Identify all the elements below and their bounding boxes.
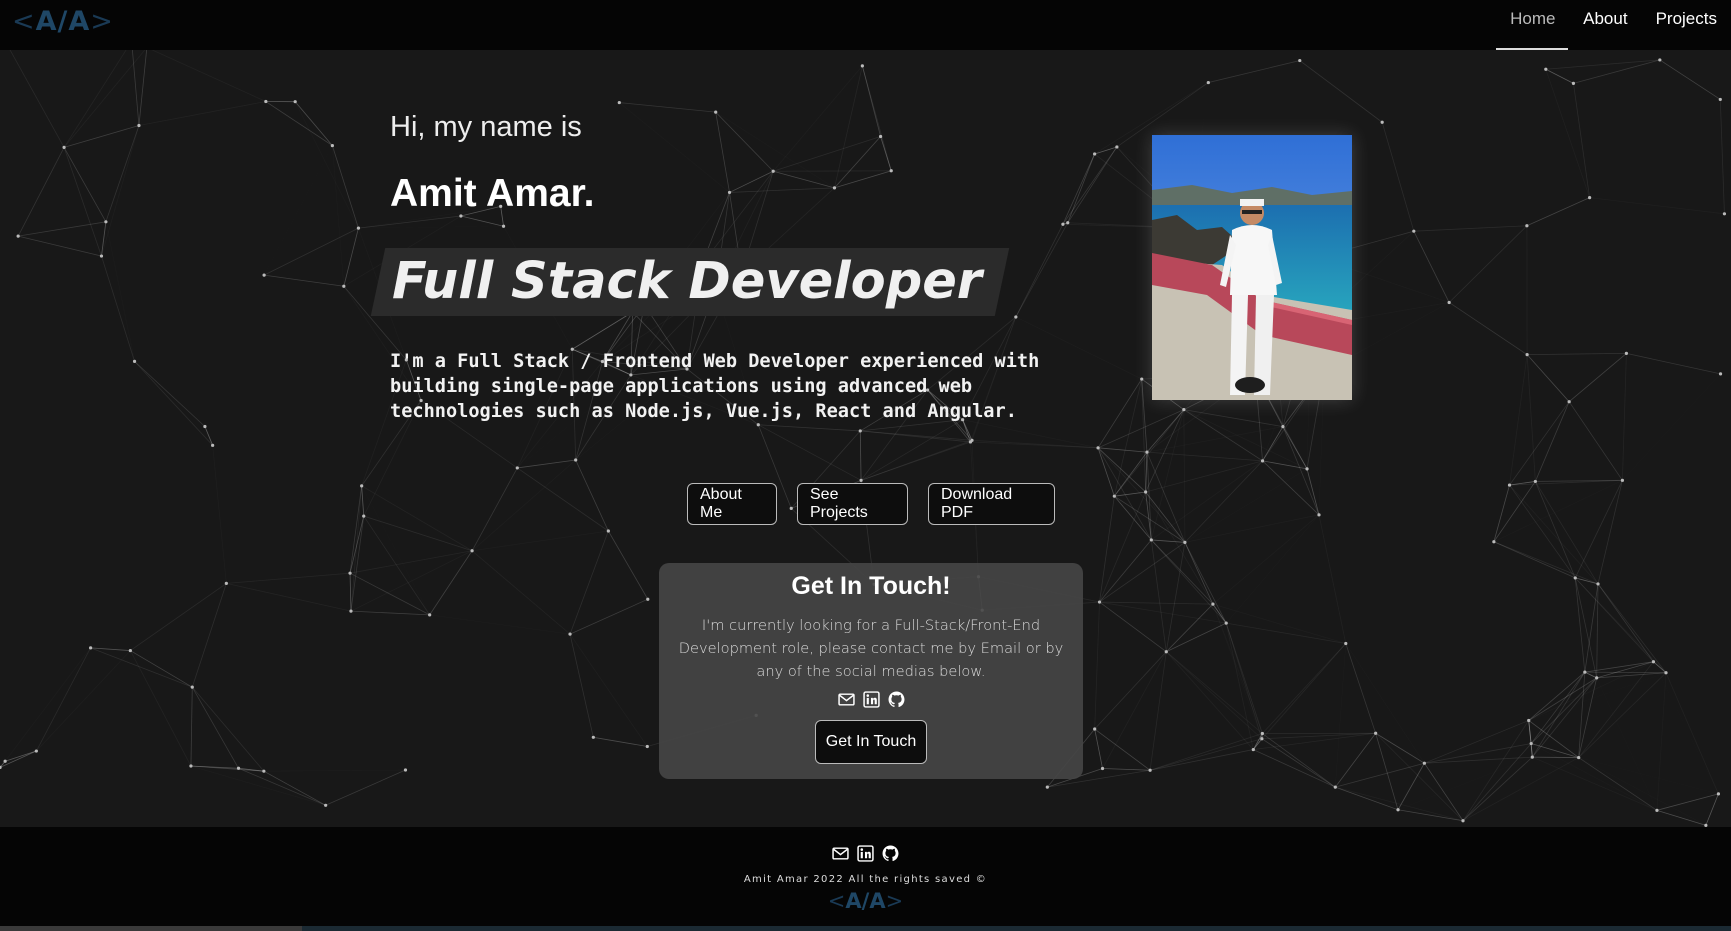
footer-copyright: Amit Amar 2022 All the rights saved ©: [743, 874, 988, 885]
profile-photo-illustration: [1152, 135, 1352, 400]
nav-link-projects[interactable]: Projects: [1642, 0, 1731, 50]
github-icon[interactable]: [882, 845, 899, 862]
envelope-icon[interactable]: [837, 691, 855, 708]
linkedin-icon[interactable]: [862, 691, 880, 708]
download-pdf-button[interactable]: Download PDF: [928, 483, 1055, 525]
hero-role: Full Stack Developer: [392, 252, 982, 311]
footer: Amit Amar 2022 All the rights saved © <A…: [0, 827, 1731, 926]
particle-network-background: [0, 39, 1727, 827]
logo[interactable]: <A/A>: [12, 6, 114, 37]
greeting: Hi, my name is: [390, 111, 582, 143]
nav-link-about[interactable]: About: [1569, 0, 1641, 50]
linkedin-icon[interactable]: [857, 845, 874, 862]
footer-logo-bracket-open: <: [827, 889, 846, 913]
contact-social-row: [659, 691, 1083, 708]
profile-photo: [1152, 135, 1352, 400]
taskbar-strip: [0, 926, 1731, 931]
footer-social-row: [0, 845, 1731, 862]
see-projects-button[interactable]: See Projects: [797, 483, 908, 525]
get-in-touch-button[interactable]: Get In Touch: [815, 720, 927, 764]
footer-logo[interactable]: <A/A>: [0, 889, 1731, 913]
hero-bio: I'm a Full Stack / Frontend Web Develope…: [390, 351, 1040, 422]
contact-text: I'm currently looking for a Full-Stack/F…: [678, 617, 1064, 680]
logo-bracket-open: <: [12, 6, 36, 37]
about-me-button[interactable]: About Me: [687, 483, 777, 525]
logo-text: A/A: [35, 6, 91, 37]
footer-logo-bracket-close: >: [885, 889, 904, 913]
nav-link-home[interactable]: Home: [1496, 0, 1569, 50]
logo-bracket-close: >: [90, 6, 114, 37]
taskbar-segment: [0, 926, 302, 931]
nav-links: Home About Projects: [1496, 0, 1731, 50]
footer-logo-text: A/A: [845, 889, 886, 913]
hero-buttons: About Me See Projects Download PDF: [687, 483, 1055, 525]
github-icon[interactable]: [888, 691, 905, 708]
page: <A/A> Home About Projects Hi, my name is…: [0, 0, 1731, 931]
hero-name: Amit Amar.: [390, 172, 595, 215]
envelope-icon[interactable]: [832, 845, 849, 862]
navbar: <A/A> Home About Projects: [0, 0, 1731, 50]
contact-card: Get In Touch! I'm currently looking for …: [659, 563, 1083, 779]
contact-title: Get In Touch!: [791, 572, 951, 600]
